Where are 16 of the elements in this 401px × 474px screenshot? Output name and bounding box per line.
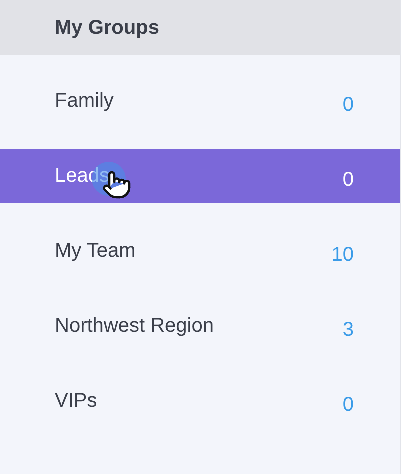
group-count: 0 — [342, 93, 354, 118]
group-count: 0 — [342, 393, 354, 418]
group-item[interactable]: Leads 0 — [0, 149, 400, 203]
group-item[interactable]: VIPs 0 — [0, 374, 400, 428]
group-count: 0 — [342, 168, 354, 193]
group-count: 3 — [342, 318, 354, 343]
group-name: My Team — [55, 239, 136, 264]
group-name: Northwest Region — [55, 314, 214, 339]
group-item[interactable]: My Team 10 — [0, 224, 400, 278]
section-title: My Groups — [55, 16, 160, 40]
group-name: Family — [55, 89, 114, 114]
group-name: Leads — [55, 164, 110, 189]
group-count: 10 — [332, 243, 354, 268]
group-item[interactable]: Northwest Region 3 — [0, 299, 400, 353]
group-name: VIPs — [55, 389, 98, 414]
group-item[interactable]: Family 0 — [0, 74, 400, 128]
